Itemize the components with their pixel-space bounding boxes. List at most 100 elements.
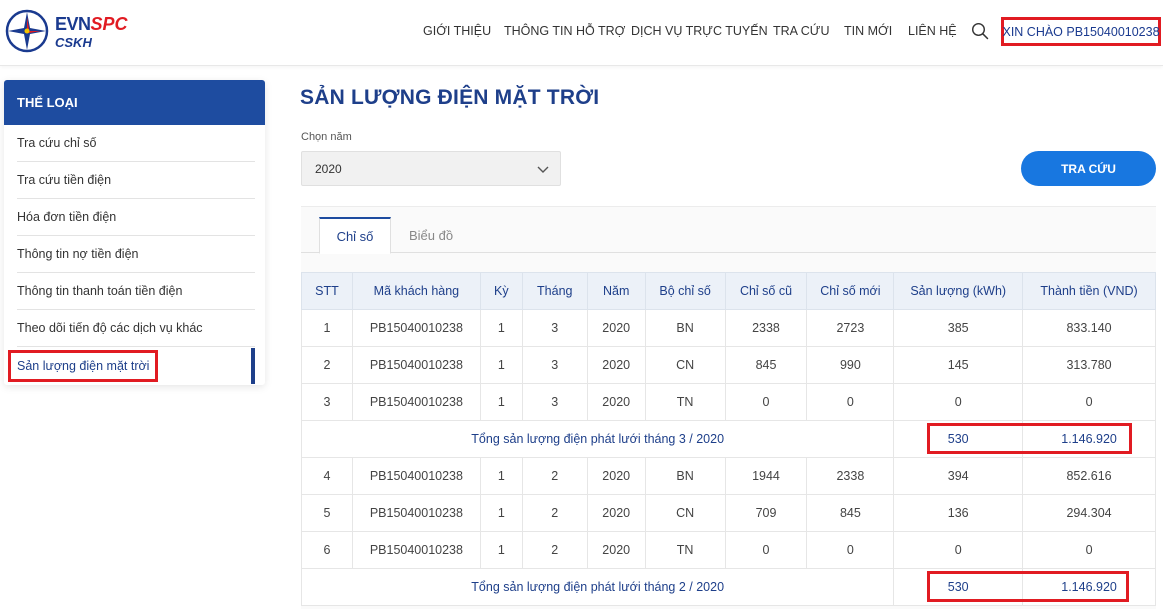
col-header-thanh-tien: Thành tiền (VND) (1022, 272, 1156, 310)
nav-lien-he[interactable]: LIÊN HỆ (908, 24, 957, 38)
cell-thanh-tien: 852.616 (1022, 457, 1156, 495)
col-header-chi-so-cu: Chỉ số cũ (724, 272, 808, 310)
cell-thang: 3 (521, 383, 588, 421)
cell-thanh-tien: 0 (1022, 383, 1156, 421)
cell-san-luong: 145 (893, 346, 1024, 384)
evn-star-logo-icon (5, 9, 49, 53)
cell-ky: 1 (479, 309, 523, 347)
col-header-thang: Tháng (521, 272, 588, 310)
sidebar-item-tra-cuu-chi-so[interactable]: Tra cứu chỉ số (17, 125, 255, 162)
total-label: Tổng sản lượng điện phát lưới tháng 3 / … (300, 420, 895, 458)
sidebar-item-hoa-don-tien-dien[interactable]: Hóa đơn tiền điện (17, 199, 255, 236)
cell-ky: 1 (479, 494, 523, 532)
cell-ky: 1 (479, 346, 523, 384)
cell-chi-so-cu: 709 (724, 494, 808, 532)
cell-thanh-tien: 294.304 (1022, 494, 1156, 532)
user-greeting[interactable]: XIN CHÀO PB15040010238 (1001, 17, 1161, 46)
cell-ky: 1 (479, 383, 523, 421)
cell-thang: 2 (521, 457, 588, 495)
sidebar-item-tra-cuu-tien-dien[interactable]: Tra cứu tiền điện (17, 162, 255, 199)
cell-san-luong: 394 (893, 457, 1024, 495)
cell-ky: 1 (479, 531, 523, 569)
sidebar-item-theo-doi-tien-do[interactable]: Theo dõi tiến độ các dịch vụ khác (17, 310, 255, 347)
nav-tra-cuu[interactable]: TRA CỨU (773, 24, 830, 38)
cell-chi-so-moi: 845 (806, 494, 895, 532)
cell-ma-khach-hang: PB15040010238 (351, 494, 481, 532)
table-row: 3 PB15040010238 1 3 2020 TN 0 0 0 0 (301, 383, 1156, 421)
cell-thang: 3 (521, 346, 588, 384)
cell-stt: 1 (301, 309, 353, 347)
cell-chi-so-moi: 0 (806, 531, 895, 569)
year-select-value: 2020 (315, 161, 342, 176)
table-row: 1 PB15040010238 1 3 2020 BN 2338 2723 38… (301, 309, 1156, 347)
category-sidebar: THỂ LOẠI Tra cứu chỉ số Tra cứu tiền điệ… (4, 80, 265, 385)
search-button[interactable]: TRA CỨU (1021, 151, 1156, 186)
logo-wordmark: EVNSPC CSKH (55, 15, 128, 49)
cell-stt: 3 (301, 383, 353, 421)
year-select[interactable]: 2020 (301, 151, 561, 186)
cell-nam: 2020 (586, 383, 646, 421)
cell-thanh-tien: 833.140 (1022, 309, 1156, 347)
col-header-san-luong: Sản lượng (kWh) (893, 272, 1024, 310)
table-row: 6 PB15040010238 1 2 2020 TN 0 0 0 0 (301, 531, 1156, 569)
cell-san-luong: 0 (893, 383, 1024, 421)
tab-bieu-do[interactable]: Biểu đồ (396, 217, 466, 254)
nav-gioi-thieu[interactable]: GIỚI THIỆU (423, 24, 491, 38)
year-label: Chọn năm (301, 131, 352, 143)
cell-bo-chi-so: TN (644, 383, 726, 421)
col-header-bo-chi-so: Bộ chỉ số (644, 272, 726, 310)
table-row: 5 PB15040010238 1 2 2020 CN 709 845 136 … (301, 494, 1156, 532)
search-icon[interactable] (971, 22, 989, 40)
nav-tin-moi[interactable]: TIN MỚI (844, 24, 892, 38)
tab-chi-so[interactable]: Chỉ số (319, 217, 391, 254)
total-label: Tổng sản lượng điện phát lưới tháng 2 / … (300, 568, 895, 606)
cell-stt: 4 (301, 457, 353, 495)
chevron-down-icon (537, 166, 549, 173)
cell-nam: 2020 (586, 346, 646, 384)
cell-chi-so-cu: 2338 (724, 309, 808, 347)
table-row: 4 PB15040010238 1 2 2020 BN 1944 2338 39… (301, 457, 1156, 495)
cell-nam: 2020 (586, 531, 646, 569)
cell-bo-chi-so: TN (644, 531, 726, 569)
cell-nam: 2020 (586, 309, 646, 347)
cell-chi-so-cu: 0 (724, 383, 808, 421)
col-header-stt: STT (301, 272, 353, 310)
cell-ky: 1 (479, 457, 523, 495)
cell-bo-chi-so: BN (644, 309, 726, 347)
cell-ma-khach-hang: PB15040010238 (351, 531, 481, 569)
cell-stt: 6 (301, 531, 353, 569)
sidebar-item-thong-tin-thanh-toan[interactable]: Thông tin thanh toán tiền điện (17, 273, 255, 310)
cell-ma-khach-hang: PB15040010238 (351, 346, 481, 384)
table-header-row: STT Mã khách hàng Kỳ Tháng Năm Bộ chỉ số… (301, 272, 1156, 310)
cell-bo-chi-so: CN (644, 346, 726, 384)
cell-bo-chi-so: BN (644, 457, 726, 495)
col-header-chi-so-moi: Chỉ số mới (806, 272, 895, 310)
cell-chi-so-moi: 2338 (806, 457, 895, 495)
total-highlight-2 (927, 571, 1129, 602)
cell-thang: 3 (521, 309, 588, 347)
col-header-nam: Năm (586, 272, 646, 310)
cell-nam: 2020 (586, 494, 646, 532)
logo-brand: EVN (55, 14, 91, 34)
cell-ma-khach-hang: PB15040010238 (351, 457, 481, 495)
logo-brand-accent: SPC (90, 14, 128, 34)
sidebar-active-highlight (8, 350, 158, 382)
evn-logo[interactable]: EVNSPC CSKH (4, 8, 154, 54)
cell-chi-so-cu: 0 (724, 531, 808, 569)
cell-chi-so-cu: 845 (724, 346, 808, 384)
cell-bo-chi-so: CN (644, 494, 726, 532)
sidebar-item-thong-tin-no[interactable]: Thông tin nợ tiền điện (17, 236, 255, 273)
cell-ma-khach-hang: PB15040010238 (351, 383, 481, 421)
logo-subtitle: CSKH (55, 35, 92, 50)
col-header-ma-khach-hang: Mã khách hàng (351, 272, 481, 310)
sidebar-title: THỂ LOẠI (4, 80, 265, 125)
cell-san-luong: 0 (893, 531, 1024, 569)
cell-chi-so-cu: 1944 (724, 457, 808, 495)
cell-ma-khach-hang: PB15040010238 (351, 309, 481, 347)
cell-thang: 2 (521, 531, 588, 569)
sidebar-active-indicator (251, 348, 255, 384)
cell-chi-so-moi: 0 (806, 383, 895, 421)
nav-thong-tin-ho-tro[interactable]: THÔNG TIN HỖ TRỢ (504, 24, 625, 38)
nav-dich-vu-truc-tuyen[interactable]: DỊCH VỤ TRỰC TUYẾN (631, 24, 768, 38)
col-header-ky: Kỳ (479, 272, 523, 310)
